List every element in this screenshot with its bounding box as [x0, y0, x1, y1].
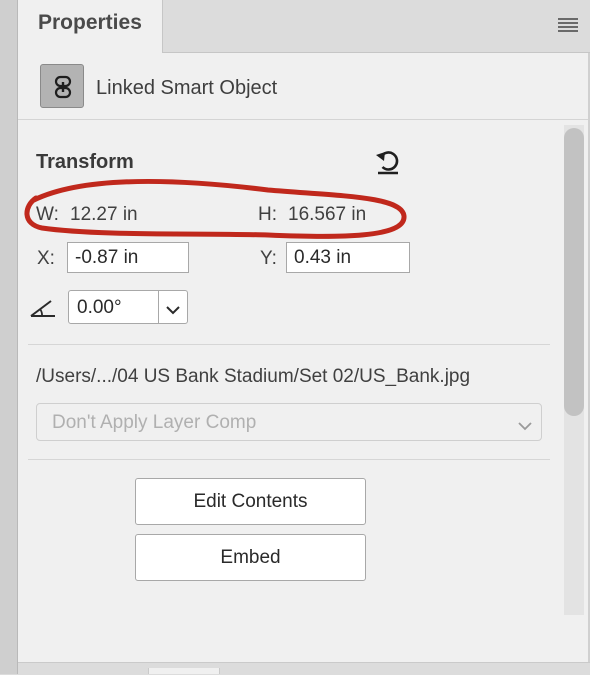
height-label: H:	[258, 204, 277, 225]
tab-properties[interactable]: Properties	[18, 0, 163, 53]
layer-comp-select[interactable]: Don't Apply Layer Comp	[36, 403, 542, 441]
linked-smart-object-icon	[40, 64, 84, 108]
width-value: 12.27 in	[70, 204, 138, 225]
select-divider	[158, 291, 159, 323]
tab-properties-label: Properties	[38, 11, 142, 34]
layer-comp-selected-value: Don't Apply Layer Comp	[52, 412, 257, 433]
left-panel-edge	[0, 0, 18, 674]
divider	[28, 344, 550, 345]
rotation-angle-value: 0.00°	[77, 297, 122, 318]
x-position-field[interactable]: -0.87 in	[67, 242, 189, 273]
properties-panel: Properties Linked Smart Object Transform	[18, 0, 590, 675]
smart-object-header: Linked Smart Object	[18, 53, 590, 120]
reset-transform-icon[interactable]	[373, 146, 403, 176]
panel-tab-bar: Properties	[18, 0, 590, 53]
chevron-down-icon[interactable]	[517, 418, 533, 436]
transform-section-title: Transform	[36, 151, 134, 173]
embed-button[interactable]: Embed	[135, 534, 366, 581]
bottom-tab	[148, 668, 220, 674]
edit-contents-button[interactable]: Edit Contents	[135, 478, 366, 525]
width-label: W:	[36, 204, 59, 225]
hamburger-menu-icon[interactable]	[558, 18, 578, 32]
linked-file-path: /Users/.../04 US Bank Stadium/Set 02/US_…	[36, 366, 471, 387]
divider	[28, 459, 550, 460]
y-label: Y:	[260, 248, 277, 269]
x-label: X:	[37, 248, 55, 269]
y-position-field[interactable]: 0.43 in	[286, 242, 410, 273]
rotation-angle-select[interactable]: 0.00°	[68, 290, 188, 324]
properties-content: Transform W: 12.27 in H: 16.567 in X: -0…	[18, 120, 590, 670]
chevron-down-icon[interactable]	[165, 302, 181, 320]
smart-object-type-label: Linked Smart Object	[96, 77, 278, 99]
scrollbar-thumb[interactable]	[564, 128, 584, 416]
red-annotation-ellipse	[24, 179, 407, 239]
angle-icon	[30, 298, 56, 318]
height-value: 16.567 in	[288, 204, 367, 225]
panel-bottom-edge	[18, 662, 590, 675]
